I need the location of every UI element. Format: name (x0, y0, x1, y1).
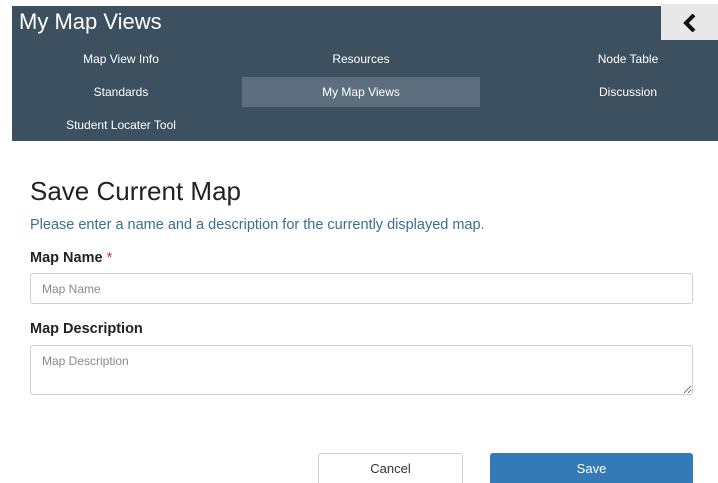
map-description-input[interactable] (30, 345, 693, 395)
map-name-input[interactable] (30, 273, 693, 304)
cancel-button[interactable]: Cancel (318, 453, 463, 483)
nav-item-resources[interactable]: Resources (242, 44, 480, 74)
top-panel: My Map Views Map View Info Resources Nod… (0, 0, 718, 141)
nav-item-node-table[interactable]: Node Table (512, 44, 718, 74)
page-header-title: My Map Views (19, 9, 162, 34)
back-button[interactable] (661, 4, 718, 42)
nav-item-standards[interactable]: Standards (12, 77, 230, 107)
header-bar: My Map Views (12, 6, 661, 40)
chevron-left-icon (682, 14, 695, 32)
nav-item-discussion[interactable]: Discussion (512, 77, 718, 107)
map-description-label: Map Description (30, 321, 143, 337)
required-marker: * (106, 250, 113, 266)
nav-panel: Map View Info Resources Node Table Stand… (12, 40, 718, 141)
map-name-label: Map Name * (30, 250, 112, 266)
nav-item-map-view-info[interactable]: Map View Info (12, 44, 230, 74)
map-name-label-text: Map Name (30, 250, 103, 266)
nav-item-my-map-views[interactable]: My Map Views (242, 77, 480, 107)
nav-item-student-locater-tool[interactable]: Student Locater Tool (12, 110, 230, 140)
save-button[interactable]: Save (490, 453, 693, 483)
form-instruction: Please enter a name and a description fo… (30, 217, 485, 233)
form-title: Save Current Map (30, 176, 241, 206)
